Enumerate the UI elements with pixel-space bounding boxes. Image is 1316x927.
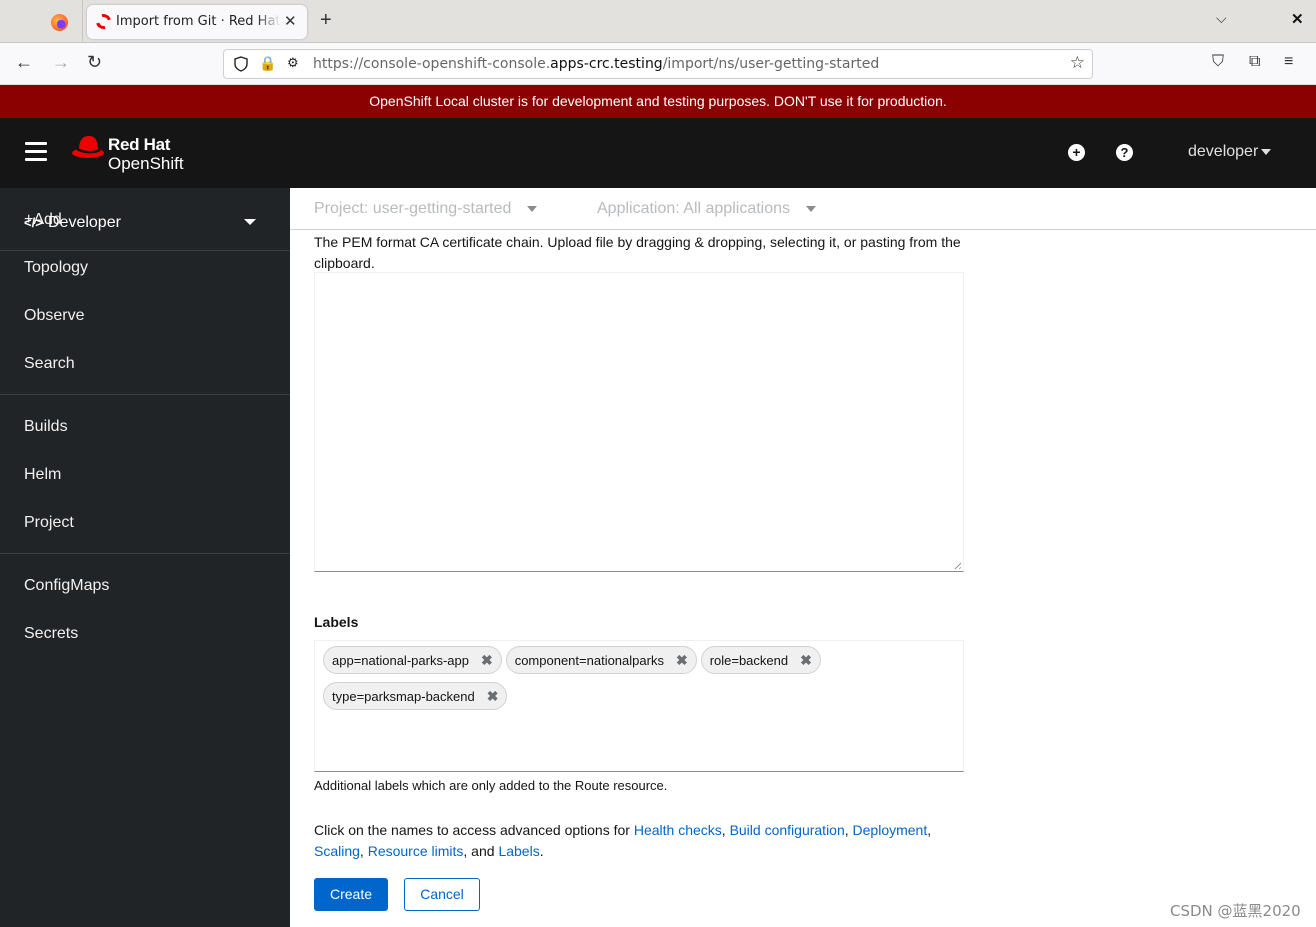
brand-line-1: Red Hat: [108, 135, 171, 154]
user-name: developer: [1188, 143, 1259, 160]
caret-down-icon: [244, 219, 256, 225]
context-bar: Project: user-getting-started Applicatio…: [290, 188, 1316, 230]
ca-certificate-textarea[interactable]: [314, 272, 964, 572]
watermark: CSDN @蓝黑2020: [1170, 902, 1301, 920]
link-deployment[interactable]: Deployment: [853, 822, 928, 838]
separator: ,: [359, 843, 368, 859]
label-chip: component=nationalparks ✖: [505, 646, 697, 674]
pocket-icon[interactable]: ⛉: [1212, 53, 1224, 71]
link-resource-limits[interactable]: Resource limits: [368, 843, 464, 859]
label-chip-text: type=parksmap-backend: [332, 688, 475, 704]
reload-icon[interactable]: ↻: [87, 52, 102, 73]
shield-icon[interactable]: [234, 56, 248, 72]
remove-label-icon[interactable]: ✖: [487, 688, 499, 705]
cluster-warning-banner: OpenShift Local cluster is for developme…: [0, 85, 1316, 118]
cancel-button[interactable]: Cancel: [404, 878, 480, 911]
tab-separator: [82, 0, 83, 43]
remove-label-icon[interactable]: ✖: [800, 652, 812, 669]
link-build-configuration[interactable]: Build configuration: [730, 822, 845, 838]
label-chip: type=parksmap-backend ✖: [323, 682, 508, 710]
tab-title: Import from Git · Red Hat OpenShift: [116, 14, 281, 29]
sidebar: </> Developer +Add Topology Observe Sear…: [0, 188, 290, 927]
red-hat-icon: [72, 136, 104, 158]
url-prefix: https://console-openshift-console.: [313, 56, 551, 72]
separator: ,: [927, 822, 932, 838]
browser-nav-bar: ← → ↻ 🔒 ⚙ https://console-openshift-cons…: [0, 43, 1316, 85]
brand-line-2: OpenShift: [108, 154, 184, 173]
link-health-checks[interactable]: Health checks: [634, 822, 722, 838]
browser-tab-active[interactable]: Import from Git · Red Hat OpenShift ✕: [87, 5, 307, 39]
caret-down-icon: [806, 205, 817, 212]
url-text[interactable]: https://console-openshift-console.apps-c…: [313, 56, 879, 72]
window-close-icon[interactable]: ✕: [1291, 10, 1304, 28]
user-menu[interactable]: developer: [1188, 143, 1272, 161]
labels-input[interactable]: app=national-parks-app ✖ component=nation…: [314, 640, 964, 772]
create-button[interactable]: Create: [314, 878, 388, 911]
separator: ,: [844, 822, 853, 838]
extensions-icon[interactable]: ⧉: [1249, 53, 1260, 71]
link-labels[interactable]: Labels: [498, 843, 539, 859]
ca-certificate-helper-text: The PEM format CA certificate chain. Upl…: [314, 234, 961, 271]
bookmark-star-icon[interactable]: ☆: [1070, 53, 1085, 73]
list-tabs-chevron-icon[interactable]: ⌵: [1216, 10, 1227, 27]
label-chip-text: component=nationalparks: [514, 652, 664, 668]
advanced-prefix: Click on the names to access advanced op…: [314, 822, 634, 838]
project-dropdown[interactable]: Project: user-getting-started: [314, 200, 538, 218]
code-icon: </>: [24, 215, 43, 230]
app-menu-icon[interactable]: ≡: [1284, 53, 1293, 71]
caret-down-icon: [1261, 148, 1272, 155]
project-label: Project: user-getting-started: [314, 200, 512, 217]
labels-section-title: Labels: [314, 614, 359, 630]
application-dropdown[interactable]: Application: All applications: [597, 200, 817, 218]
sidebar-item-configmaps[interactable]: ConfigMaps: [0, 562, 290, 610]
firefox-logo-icon[interactable]: [51, 14, 68, 31]
nav-group-config: ConfigMaps Secrets: [0, 554, 290, 664]
label-chip-text: role=backend: [709, 652, 789, 668]
remove-label-icon[interactable]: ✖: [676, 652, 688, 669]
help-question-icon[interactable]: ?: [1116, 144, 1133, 161]
label-chip: app=national-parks-app ✖: [323, 646, 502, 674]
back-arrow-icon[interactable]: ←: [15, 52, 33, 73]
sidebar-item-helm[interactable]: Helm: [0, 451, 290, 499]
perspective-label: Developer: [48, 214, 121, 231]
sidebar-item-topology[interactable]: Topology: [0, 244, 290, 292]
period: .: [539, 843, 544, 859]
url-bar[interactable]: 🔒 ⚙ https://console-openshift-console.ap…: [223, 49, 1093, 79]
url-path: /import/ns/user-getting-started: [662, 56, 880, 72]
quick-create-plus-icon[interactable]: +: [1068, 144, 1085, 161]
sidebar-item-search[interactable]: Search: [0, 340, 290, 388]
separator-and: , and: [463, 843, 499, 859]
link-scaling[interactable]: Scaling: [314, 843, 360, 859]
sidebar-item-builds[interactable]: Builds: [0, 403, 290, 451]
masthead: Red Hat OpenShift + ? developer: [0, 118, 1316, 188]
label-chip: role=backend ✖: [700, 646, 821, 674]
forward-arrow-icon[interactable]: →: [52, 52, 70, 73]
sidebar-item-project[interactable]: Project: [0, 499, 290, 547]
remove-label-icon[interactable]: ✖: [481, 652, 493, 669]
perspective-switcher[interactable]: </> Developer: [0, 188, 290, 251]
caret-down-icon: [527, 205, 538, 212]
application-label: Application: All applications: [597, 200, 791, 217]
sidebar-item-observe[interactable]: Observe: [0, 292, 290, 340]
label-chip-text: app=national-parks-app: [332, 652, 469, 668]
insecure-lock-icon[interactable]: 🔒: [259, 55, 276, 72]
url-host: apps-crc.testing: [550, 56, 663, 72]
permissions-icon[interactable]: ⚙: [287, 55, 299, 71]
sidebar-item-secrets[interactable]: Secrets: [0, 610, 290, 658]
openshift-sync-icon: [93, 11, 114, 32]
hamburger-menu-icon[interactable]: [25, 142, 47, 162]
new-tab-button[interactable]: +: [320, 9, 332, 32]
nav-group-builds: Builds Helm Project: [0, 395, 290, 554]
resize-handle-icon[interactable]: [952, 560, 961, 569]
close-tab-icon[interactable]: ✕: [284, 12, 297, 30]
browser-tab-strip: Import from Git · Red Hat OpenShift ✕ + …: [0, 0, 1316, 43]
separator: ,: [721, 822, 730, 838]
labels-helper-text: Additional labels which are only added t…: [314, 778, 668, 793]
advanced-options-text: Click on the names to access advanced op…: [314, 820, 964, 862]
